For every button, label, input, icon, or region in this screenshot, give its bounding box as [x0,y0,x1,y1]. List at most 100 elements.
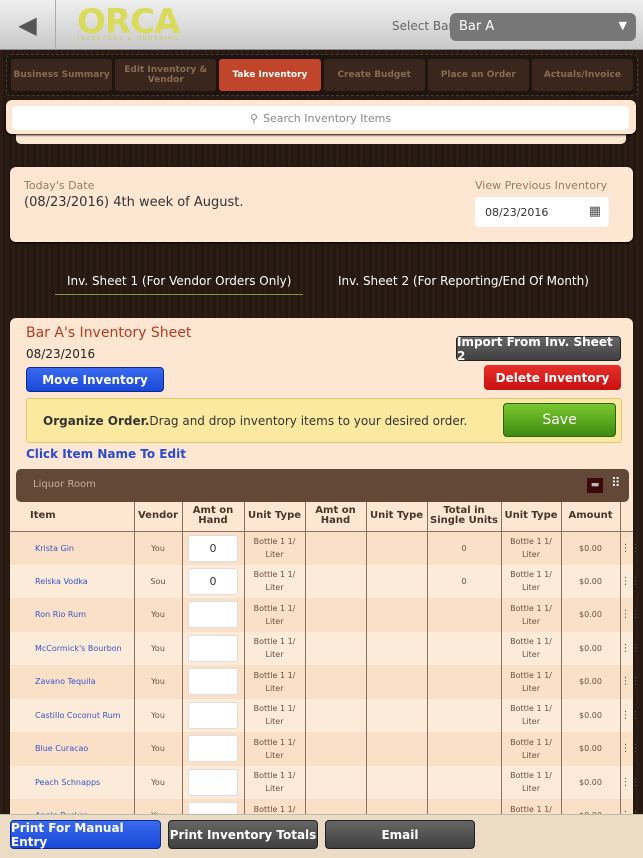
nav-actuals-invoice[interactable]: Actuals/Invoice [531,59,634,91]
tab-inv-sheet-1[interactable]: Inv. Sheet 1 (For Vendor Orders Only) [67,274,291,288]
amount: $0.00 [561,531,621,565]
sheet-tabs: Inv. Sheet 1 (For Vendor Orders Only) In… [0,272,643,298]
amt-on-hand-cell [182,698,245,732]
nav-take-inventory[interactable]: Take Inventory [219,59,321,91]
unit-type: Bottle 1 1/ Liter [244,598,306,632]
table-row[interactable]: Castillo Coconut Rum You Bottle 1 1/ Lit… [10,698,641,732]
column-header: Amount [561,502,621,532]
total-single-units [427,698,502,732]
drag-handle-icon[interactable]: ⋮⋮ [620,631,641,665]
unit-type: Bottle 1 1/ Liter [244,531,306,565]
dropdown-arrow-icon: ▼ [618,19,627,32]
column-header: Unit Type [501,502,562,532]
item-name-link[interactable]: Krista Gin [10,531,135,565]
active-tab-underline [55,294,303,295]
move-inventory-button[interactable]: Move Inventory [26,367,164,392]
column-header: Item [10,502,135,532]
vendor: You [134,665,183,699]
search-input[interactable]: ⚲ Search Inventory Items [12,106,629,130]
amount: $0.00 [561,564,621,598]
amt-on-hand-2 [305,665,367,699]
unit-type-3: Bottle 1 1/ Liter [501,598,562,632]
item-name-link[interactable]: Zavano Tequila [10,665,135,699]
item-name-link[interactable]: McCormick's Bourbon [10,631,135,665]
unit-type-2 [366,698,428,732]
table-row[interactable]: Blue Curacao You Bottle 1 1/ Liter Bottl… [10,732,641,766]
table-row[interactable]: Relska Vodka Sou 0 Bottle 1 1/ Liter 0 B… [10,564,641,598]
amt-on-hand-cell: 0 [182,564,245,598]
unit-type: Bottle 1 1/ Liter [244,732,306,766]
amt-on-hand-cell [182,665,245,699]
column-header-handle [620,502,633,532]
email-button[interactable]: Email [325,820,475,849]
nav-edit-inventory[interactable]: Edit Inventory & Vendor [115,59,217,91]
unit-type-2 [366,732,428,766]
date-panel: Today's Date (08/23/2016) 4th week of Au… [10,167,633,242]
print-inventory-totals-button[interactable]: Print Inventory Totals [168,820,318,849]
total-single-units [427,665,502,699]
drag-handle-icon[interactable]: ⋮⋮ [620,765,641,799]
drag-handle-icon[interactable]: ⋮⋮ [620,564,641,598]
amt-on-hand-2 [305,631,367,665]
item-name-link[interactable]: Castillo Coconut Rum [10,698,135,732]
unit-type: Bottle 1 1/ Liter [244,765,306,799]
tab-inv-sheet-2[interactable]: Inv. Sheet 2 (For Reporting/End Of Month… [338,274,589,288]
drag-handle-icon[interactable]: ⋮⋮ [620,698,641,732]
column-header: Amt on Hand [182,502,245,532]
item-name-link[interactable]: Ron Rio Rum [10,598,135,632]
amt-on-hand-2 [305,765,367,799]
previous-date-picker[interactable]: 08/23/2016 ▦ [475,197,609,227]
amt-on-hand-input[interactable] [188,701,238,729]
delete-inventory-button[interactable]: Delete Inventory [484,365,621,390]
unit-type-2 [366,765,428,799]
todays-date-value: (08/23/2016) 4th week of August. [24,195,244,210]
item-name-link[interactable]: Peach Schnapps [10,765,135,799]
amount: $0.00 [561,732,621,766]
nav-business-summary[interactable]: Business Summary [11,59,113,91]
back-button[interactable]: ◀ [0,0,56,50]
print-manual-entry-button[interactable]: Print For Manual Entry [10,820,161,849]
amt-on-hand-input[interactable]: 0 [188,567,238,595]
nav-create-budget[interactable]: Create Budget [323,59,425,91]
import-sheet2-button[interactable]: Import From Inv. Sheet 2 [456,335,621,363]
amt-on-hand-input[interactable] [188,668,238,696]
section-header-liquor-room: Liquor Room ▬ ⠿ [16,469,629,502]
unit-type-3: Bottle 1 1/ Liter [501,765,562,799]
amount: $0.00 [561,665,621,699]
grid-view-icon[interactable]: ⠿ [611,476,621,491]
amt-on-hand-input[interactable] [188,634,238,662]
amount: $0.00 [561,698,621,732]
item-name-link[interactable]: Blue Curacao [10,732,135,766]
amt-on-hand-input[interactable] [188,768,238,796]
vendor: You [134,698,183,732]
nav-place-order[interactable]: Place an Order [427,59,529,91]
bar-select[interactable]: Bar A ▼ [450,13,636,41]
amt-on-hand-input[interactable] [188,735,238,763]
table-row[interactable]: Ron Rio Rum You Bottle 1 1/ Liter Bottle… [10,598,641,632]
save-button[interactable]: Save [503,403,616,437]
item-name-link[interactable]: Relska Vodka [10,564,135,598]
unit-type-3: Bottle 1 1/ Liter [501,531,562,565]
amt-on-hand-input[interactable] [188,601,238,629]
amt-on-hand-2 [305,598,367,632]
unit-type-2 [366,631,428,665]
amount: $0.00 [561,598,621,632]
table-row[interactable]: McCormick's Bourbon You Bottle 1 1/ Lite… [10,631,641,665]
drag-handle-icon[interactable]: ⋮⋮ [620,732,641,766]
total-single-units [427,732,502,766]
vendor: You [134,531,183,565]
search-icon: ⚲ [249,111,258,125]
drag-handle-icon[interactable]: ⋮⋮ [620,665,641,699]
drag-handle-icon[interactable]: ⋮⋮ [620,598,641,632]
select-bar-label: Select Bar [392,19,454,33]
drag-handle-icon[interactable]: ⋮⋮ [620,531,641,565]
table-row[interactable]: Krista Gin You 0 Bottle 1 1/ Liter 0 Bot… [10,531,641,565]
view-previous-label: View Previous Inventory [475,179,608,192]
collapse-icon[interactable]: ▬ [587,478,603,493]
unit-type-3: Bottle 1 1/ Liter [501,631,562,665]
table-row[interactable]: Zavano Tequila You Bottle 1 1/ Liter Bot… [10,665,641,699]
main-nav: Business Summary Edit Inventory & Vendor… [6,54,638,96]
amt-on-hand-cell: 0 [182,531,245,565]
amt-on-hand-input[interactable]: 0 [188,534,238,562]
table-row[interactable]: Peach Schnapps You Bottle 1 1/ Liter Bot… [10,765,641,799]
